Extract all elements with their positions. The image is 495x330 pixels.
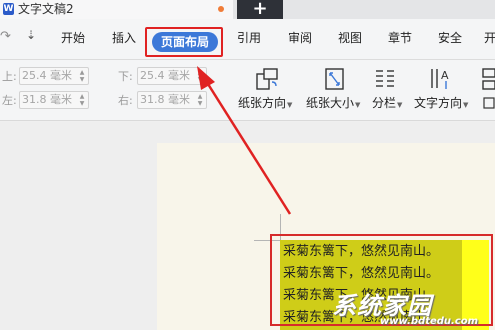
svg-text:A: A: [441, 69, 449, 82]
menu-bar: ↷ ⇣ 开始 插入 引用 审阅 视图 章节 安全 开: [0, 19, 495, 60]
spinner-icon[interactable]: ▲ ▼: [196, 93, 204, 107]
columns-icon[interactable]: [372, 66, 398, 92]
margin-right-label: 右:: [118, 94, 133, 107]
document-tab-title: 文字文稿2: [18, 2, 74, 16]
writer-doc-icon: W: [3, 3, 14, 15]
page-orientation-button[interactable]: 纸张方向▼: [238, 96, 292, 113]
new-tab-button[interactable]: +: [237, 0, 283, 19]
tab-home[interactable]: 开始: [61, 30, 85, 46]
margin-left-label: 左:: [2, 94, 17, 107]
spinner-icon[interactable]: ▲ ▼: [78, 93, 86, 107]
dropdown-arrow-icon: ▼: [287, 101, 293, 109]
text-direction-icon[interactable]: A: [428, 66, 456, 92]
dropdown-arrow-icon: ▼: [463, 101, 469, 109]
tab-page-layout[interactable]: 页面布局: [152, 32, 218, 52]
columns-label: 分栏: [372, 96, 397, 110]
margin-left-value: 31.8 毫米: [22, 93, 72, 106]
tab-more-truncated[interactable]: 开: [484, 30, 495, 46]
tab-references[interactable]: 引用: [237, 30, 261, 46]
spinner-icon[interactable]: ▲ ▼: [78, 69, 86, 83]
margin-left-field[interactable]: 31.8 毫米 ▲ ▼: [19, 91, 89, 109]
tab-security[interactable]: 安全: [438, 30, 462, 46]
dropdown-arrow-icon: ▼: [355, 101, 361, 109]
margin-bottom-value: 25.4 毫米: [140, 69, 190, 82]
page-orientation-icon[interactable]: [254, 66, 280, 92]
title-bar: W 文字文稿2 +: [0, 0, 495, 19]
margin-right-field[interactable]: 31.8 毫米 ▲ ▼: [137, 91, 207, 109]
unsaved-indicator-dot: [218, 6, 224, 12]
margin-bottom-field[interactable]: 25.4 毫米 ▲ ▼: [137, 67, 207, 85]
columns-button[interactable]: 分栏▼: [372, 96, 402, 113]
tab-review[interactable]: 审阅: [288, 30, 312, 46]
margin-top-value: 25.4 毫米: [22, 69, 72, 82]
document-tab[interactable]: W 文字文稿2: [0, 0, 233, 19]
paper-size-label: 纸张大小: [306, 96, 355, 110]
margin-top-field[interactable]: 25.4 毫米 ▲ ▼: [19, 67, 89, 85]
spinner-icon[interactable]: ▲ ▼: [196, 69, 204, 83]
quick-access-dropdown-icon[interactable]: ⇣: [26, 28, 36, 42]
tab-insert[interactable]: 插入: [112, 30, 136, 46]
margin-right-value: 31.8 毫米: [140, 93, 190, 106]
margin-top-label: 上:: [2, 70, 17, 83]
watermark-url: www.bdtedu.com: [380, 316, 479, 327]
margin-bottom-label: 下:: [118, 70, 133, 83]
page-orientation-label: 纸张方向: [238, 96, 287, 110]
ribbon-next-small-icon[interactable]: [482, 96, 495, 110]
tab-sections[interactable]: 章节: [388, 30, 412, 46]
tab-view[interactable]: 视图: [338, 30, 362, 46]
paper-size-icon[interactable]: [322, 66, 348, 92]
text-direction-label: 文字方向: [414, 96, 463, 110]
redo-icon[interactable]: ↷: [0, 29, 11, 44]
paper-size-button[interactable]: 纸张大小▼: [306, 96, 360, 113]
ribbon-next-icon[interactable]: [480, 66, 495, 92]
dropdown-arrow-icon: ▼: [397, 101, 403, 109]
text-direction-button[interactable]: 文字方向▼: [414, 96, 468, 113]
